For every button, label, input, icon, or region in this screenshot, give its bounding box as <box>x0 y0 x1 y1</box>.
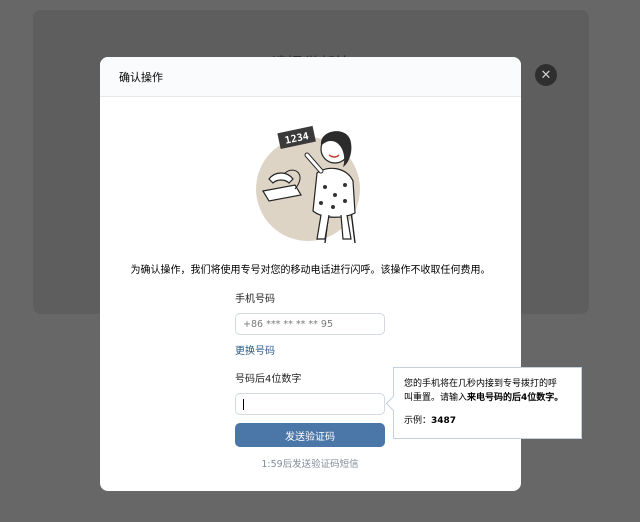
send-code-button[interactable]: 发送验证码 <box>235 423 385 447</box>
phone-call-illustration: 1234 <box>256 125 360 243</box>
tooltip-line-2-bold: 来电号码的后4位数字。 <box>467 393 564 403</box>
dialog-title: 确认操作 <box>119 70 163 84</box>
resend-timer-text: 1:59后发送验证码短信 <box>261 459 359 470</box>
tooltip-example: 示例：3487 <box>404 414 571 428</box>
phone-input[interactable]: +86 *** ** ** ** 95 <box>235 313 385 335</box>
change-number-link[interactable]: 更换号码 <box>235 342 275 357</box>
tooltip-line-2-prefix: 叫重置。请输入 <box>404 393 468 403</box>
tooltip-example-label: 示例： <box>404 416 432 426</box>
dialog-description: 为确认操作，我们将使用专号对您的移动电话进行闪呼。该操作不收取任何费用。 <box>130 265 491 276</box>
text-cursor <box>243 398 244 410</box>
code-label: 号码后4位数字 <box>235 374 302 385</box>
tooltip-example-value: 3487 <box>431 416 457 426</box>
phone-input-value: +86 *** ** ** ** 95 <box>243 318 333 330</box>
close-icon[interactable]: ✕ <box>535 64 557 86</box>
dialog-header: 确认操作 <box>100 57 521 97</box>
code-hint-tooltip: 您的手机将在几秒内接到专号拨打的呼 叫重置。请输入来电号码的后4位数字。 示例：… <box>385 367 582 439</box>
tooltip-line-2: 叫重置。请输入来电号码的后4位数字。 <box>404 391 571 405</box>
tooltip-line-1: 您的手机将在几秒内接到专号拨打的呼 <box>404 379 558 389</box>
phone-label: 手机号码 <box>235 294 275 305</box>
code-input[interactable] <box>235 393 385 415</box>
